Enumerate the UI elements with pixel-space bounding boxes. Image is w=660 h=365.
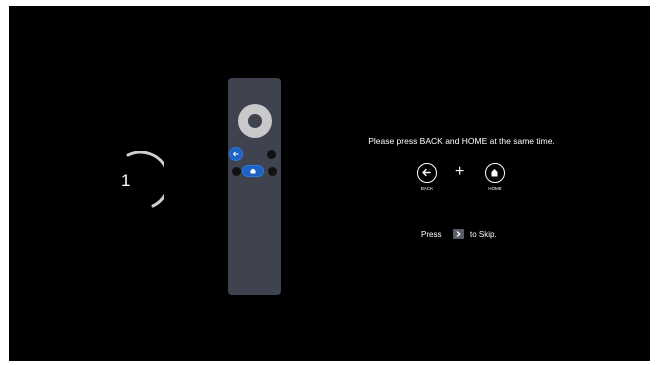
remote-illustration <box>228 78 281 295</box>
countdown-number: 1 <box>121 171 131 190</box>
remote-right-button <box>268 167 277 176</box>
remote-home-button <box>243 166 263 176</box>
remote-dpad <box>238 104 272 138</box>
countdown-indicator: 1 <box>110 151 164 211</box>
remote-left-button <box>232 167 241 176</box>
back-key-label: BACK <box>420 186 434 191</box>
chevron-right-icon <box>453 229 464 239</box>
home-icon <box>491 169 498 177</box>
back-key-icon <box>417 163 437 183</box>
skip-text-before: Press <box>421 230 442 239</box>
arrow-left-icon <box>422 168 431 177</box>
skip-text-after: to Skip. <box>470 230 497 239</box>
home-icon <box>250 168 256 174</box>
arrow-left-icon <box>232 151 239 157</box>
countdown-arc <box>126 151 164 208</box>
tv-screen: 1 Please press BACK and HOME at the same… <box>9 6 650 361</box>
remote-back-button <box>230 148 242 160</box>
home-key-label: HOME <box>488 186 502 191</box>
instruction-text: Please press BACK and HOME at the same t… <box>368 136 555 146</box>
home-key-icon <box>485 163 505 183</box>
remote-top-right-button <box>267 150 276 159</box>
remote-dpad-center <box>248 114 262 128</box>
plus-sign: + <box>455 163 465 180</box>
